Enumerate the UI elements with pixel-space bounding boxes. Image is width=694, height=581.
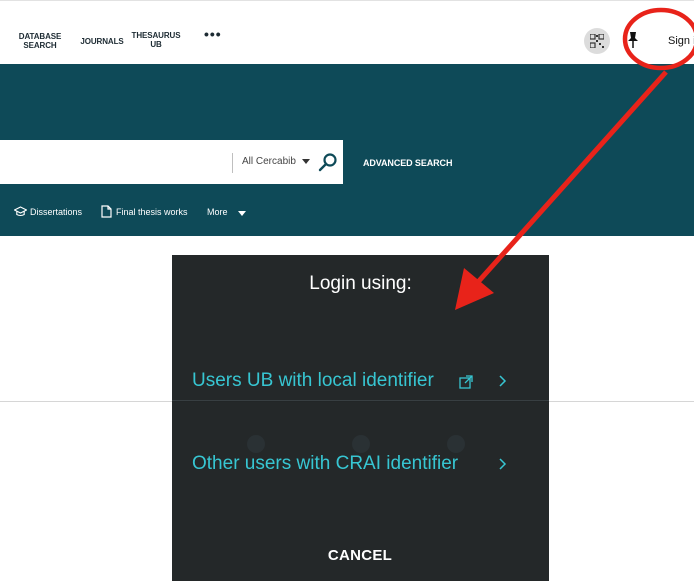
top-navigation-bar: DATABASE SEARCH JOURNALS THESAURUS UB ••• …	[0, 0, 694, 64]
pin-button[interactable]	[626, 31, 640, 49]
resource-dissertations-label: Dissertations	[30, 207, 83, 217]
qr-code-icon	[590, 34, 604, 48]
document-icon	[101, 205, 112, 218]
page: DATABASE SEARCH JOURNALS THESAURUS UB ••• …	[0, 0, 694, 581]
chevron-right-icon	[499, 375, 507, 387]
nav-thesaurus-ub[interactable]: THESAURUS UB	[130, 31, 182, 49]
login-option-ub[interactable]: Users UB with local identifier	[172, 362, 549, 402]
advanced-search-link[interactable]: ADVANCED SEARCH	[363, 158, 452, 168]
cancel-button[interactable]: CANCEL	[310, 547, 410, 564]
dialog-title: Login using:	[309, 273, 412, 294]
resource-more-label: More	[207, 207, 228, 217]
nav-database-search[interactable]: DATABASE SEARCH	[14, 32, 66, 50]
nav-journals[interactable]: JOURNALS	[78, 37, 126, 46]
chevron-right-icon	[499, 458, 507, 470]
sign-in-link[interactable]: Sign in	[668, 35, 694, 47]
resource-final-thesis-works-label: Final thesis works	[116, 207, 188, 217]
search-icon	[318, 153, 337, 172]
search-hero: All Cercabib ADVANCED SEARCH Dissertatio…	[0, 64, 694, 236]
login-option-ub-label: Users UB with local identifier	[192, 370, 434, 391]
pin-icon	[628, 32, 638, 48]
login-option-crai[interactable]: Other users with CRAI identifier	[172, 445, 549, 485]
search-bar[interactable]: All Cercabib	[0, 140, 343, 184]
nav-more-menu[interactable]: •••	[204, 27, 222, 41]
search-scope-select[interactable]: All Cercabib	[242, 156, 296, 167]
caret-down-icon	[238, 211, 246, 216]
caret-down-icon[interactable]	[302, 159, 310, 164]
search-button[interactable]	[318, 152, 338, 172]
search-divider	[232, 153, 233, 173]
qr-code-button[interactable]	[584, 28, 610, 54]
graduation-cap-icon	[14, 206, 27, 217]
login-dialog: Login using: Users UB with local identif…	[172, 255, 549, 581]
login-option-crai-label: Other users with CRAI identifier	[192, 453, 459, 474]
external-link-icon	[459, 375, 473, 389]
